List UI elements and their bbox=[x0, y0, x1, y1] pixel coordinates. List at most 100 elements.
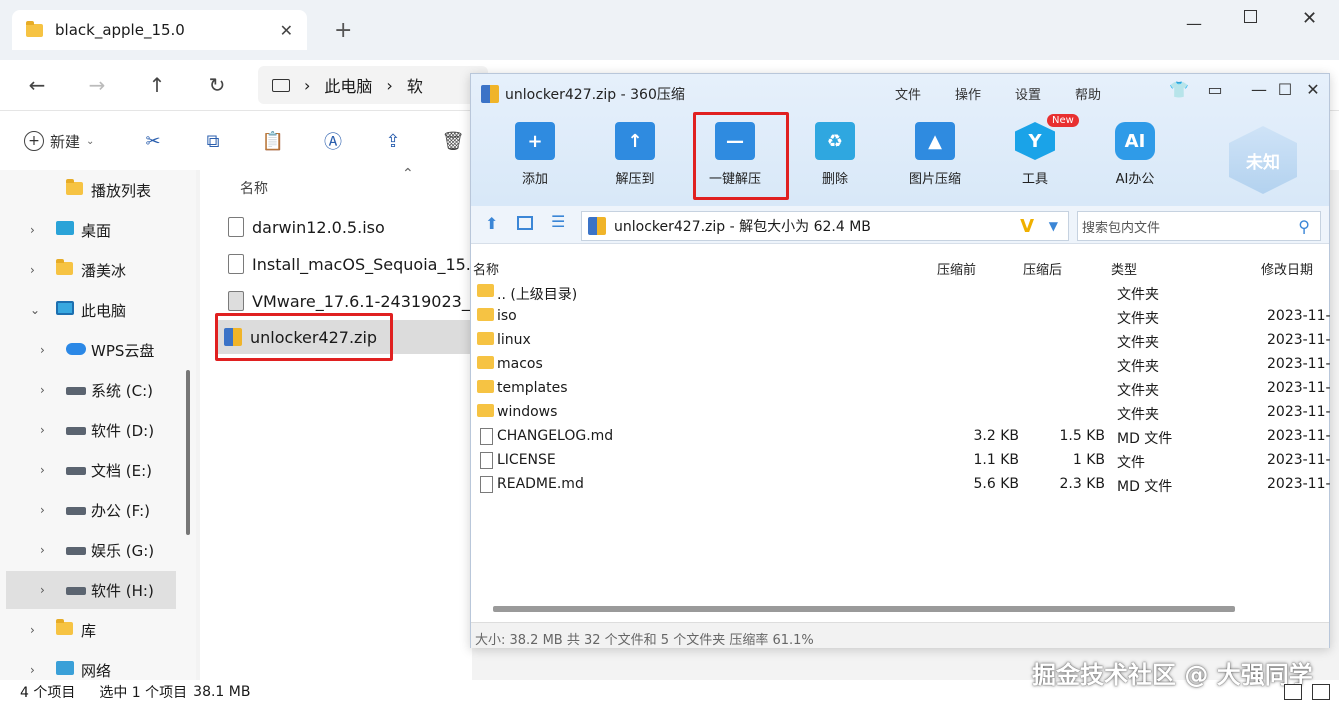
sidebar-item[interactable]: › 文档 (E:) bbox=[0, 451, 196, 489]
delete-button[interactable]: 🗑 bbox=[442, 127, 465, 155]
chevron-right-icon: › bbox=[304, 75, 311, 95]
share-button[interactable]: ⇪ bbox=[382, 127, 404, 155]
tab-black-apple[interactable]: black_apple_15.0 ✕ bbox=[12, 10, 307, 50]
v-logo-icon[interactable]: V bbox=[1020, 216, 1034, 237]
search-icon[interactable]: ⚲ bbox=[1298, 217, 1310, 236]
sidebar-item[interactable]: › 软件 (H:) bbox=[6, 571, 176, 609]
zip-cell-name: .. (上级目录) bbox=[497, 287, 578, 303]
tool-button[interactable]: — 一键解压 bbox=[691, 122, 779, 187]
sidebar-item[interactable]: › 潘美冰 bbox=[0, 251, 196, 289]
chevron-right-icon[interactable]: › bbox=[40, 423, 45, 437]
col-name[interactable]: 名称 bbox=[473, 259, 499, 278]
chevron-right-icon[interactable]: › bbox=[30, 623, 35, 637]
list-view-icon[interactable]: ☰ bbox=[551, 212, 565, 231]
breadcrumb-folder[interactable]: 软 bbox=[407, 73, 423, 97]
back-icon[interactable]: ← bbox=[20, 68, 54, 102]
zip-row[interactable]: iso 文件夹 2023-11- bbox=[471, 305, 1331, 329]
sidebar-item[interactable]: › 桌面 bbox=[0, 211, 196, 249]
forward-icon[interactable]: → bbox=[80, 68, 114, 102]
chevron-right-icon[interactable]: › bbox=[40, 543, 45, 557]
menu-operate[interactable]: 操作 bbox=[955, 84, 981, 103]
zip-cell-date: 2023-11- bbox=[1267, 404, 1331, 420]
zip-row[interactable]: .. (上级目录) 文件夹 bbox=[471, 281, 1329, 305]
unknown-badge[interactable]: 未知 bbox=[1229, 126, 1297, 194]
minimize-icon[interactable]: — bbox=[1186, 14, 1202, 33]
list-view-toggle-icon[interactable] bbox=[1284, 684, 1302, 700]
zip-row[interactable]: LICENSE 1.1 KB 1 KB 文件 2023-11- bbox=[471, 449, 1331, 473]
col-type[interactable]: 类型 bbox=[1111, 259, 1137, 278]
maximize-icon[interactable] bbox=[1244, 10, 1257, 23]
new-tab-icon[interactable]: + bbox=[334, 18, 352, 43]
tool-button[interactable]: AI AI办公 bbox=[1091, 122, 1179, 187]
file-row[interactable]: darwin12.0.5.iso bbox=[218, 210, 478, 244]
chevron-right-icon[interactable]: › bbox=[40, 503, 45, 517]
file-row[interactable]: VMware_17.6.1-24319023_Setup.exe bbox=[218, 284, 550, 318]
minimize-icon[interactable]: — bbox=[1247, 80, 1271, 99]
zip-search-input[interactable]: 搜索包内文件 ⚲ bbox=[1077, 211, 1321, 241]
sidebar-item[interactable]: › 库 bbox=[0, 611, 196, 649]
paste-button[interactable]: 📋 bbox=[262, 127, 284, 155]
cut-button[interactable]: ✂ bbox=[142, 127, 164, 155]
close-icon[interactable]: ✕ bbox=[1301, 80, 1325, 99]
tool-button[interactable]: ▲ 图片压缩 bbox=[891, 122, 979, 187]
column-header-name[interactable]: 名称 bbox=[240, 178, 268, 198]
chevron-right-icon[interactable]: › bbox=[30, 263, 35, 277]
thumbnail-view-icon[interactable] bbox=[517, 216, 533, 230]
sidebar-item[interactable]: 播放列表 bbox=[0, 171, 196, 209]
zip-row[interactable]: linux 文件夹 2023-11- bbox=[471, 329, 1331, 353]
chevron-right-icon[interactable]: › bbox=[30, 663, 35, 677]
breadcrumb-computer[interactable]: 此电脑 bbox=[324, 73, 372, 97]
tool-button[interactable]: ♻ 删除 bbox=[791, 122, 879, 187]
new-button[interactable]: + 新建 ⌄ bbox=[24, 127, 94, 155]
sidebar-item[interactable]: › WPS云盘 bbox=[0, 331, 196, 369]
zip-path-field[interactable]: unlocker427.zip - 解包大小为 62.4 MB V ▼ bbox=[581, 211, 1069, 241]
sidebar-scrollbar[interactable] bbox=[186, 370, 190, 535]
sidebar-item[interactable]: › 软件 (D:) bbox=[0, 411, 196, 449]
menu-settings[interactable]: 设置 bbox=[1015, 84, 1041, 103]
zip-row[interactable]: windows 文件夹 2023-11- bbox=[471, 401, 1331, 425]
chevron-right-icon[interactable]: › bbox=[30, 223, 35, 237]
file-row[interactable]: Install_macOS_Sequoia_15.0.iso bbox=[218, 247, 509, 281]
col-after[interactable]: 压缩后 bbox=[1023, 259, 1062, 278]
plus-circle-icon: + bbox=[24, 131, 44, 151]
up-arrow-icon[interactable]: ⬆ bbox=[485, 214, 498, 233]
selected-count: 选中 1 个项目 bbox=[99, 685, 188, 701]
details-view-toggle-icon[interactable] bbox=[1312, 684, 1330, 700]
sidebar-item-label: 库 bbox=[81, 621, 97, 640]
chevron-right-icon[interactable]: › bbox=[40, 463, 45, 477]
col-date[interactable]: 修改日期 bbox=[1261, 259, 1313, 278]
chevron-down-icon[interactable]: ⌄ bbox=[30, 303, 40, 317]
sidebar-item[interactable]: › 娱乐 (G:) bbox=[0, 531, 196, 569]
chevron-right-icon[interactable]: › bbox=[40, 343, 45, 357]
sidebar-item-label: 软件 (D:) bbox=[91, 421, 155, 440]
col-before[interactable]: 压缩前 bbox=[937, 259, 976, 278]
sidebar-item[interactable]: ⌄ 此电脑 bbox=[0, 291, 196, 329]
sidebar-item[interactable]: › 系统 (C:) bbox=[0, 371, 196, 409]
close-tab-icon[interactable]: ✕ bbox=[280, 21, 293, 40]
refresh-icon[interactable]: ↻ bbox=[200, 68, 234, 102]
rename-button[interactable]: Ⓐ bbox=[322, 127, 344, 155]
copy-button[interactable]: ⧉ bbox=[202, 127, 224, 155]
pc-icon bbox=[56, 301, 74, 319]
tool-button[interactable]: ↑ 解压到 bbox=[591, 122, 679, 187]
file-row[interactable]: unlocker427.zip bbox=[216, 320, 476, 354]
sidebar-item[interactable]: › 办公 (F:) bbox=[0, 491, 196, 529]
zip-row[interactable]: CHANGELOG.md 3.2 KB 1.5 KB MD 文件 2023-11- bbox=[471, 425, 1331, 449]
maximize-icon[interactable]: ☐ bbox=[1273, 80, 1297, 99]
horizontal-scrollbar[interactable] bbox=[493, 606, 1235, 612]
close-window-icon[interactable]: ✕ bbox=[1302, 8, 1317, 29]
up-icon[interactable]: ↑ bbox=[140, 68, 174, 102]
address-bar[interactable]: › 此电脑 › 软 bbox=[258, 66, 488, 104]
menu-help[interactable]: 帮助 bbox=[1075, 84, 1101, 103]
chevron-right-icon[interactable]: › bbox=[40, 583, 45, 597]
menu-file[interactable]: 文件 bbox=[895, 84, 921, 103]
zip-row[interactable]: macos 文件夹 2023-11- bbox=[471, 353, 1331, 377]
message-icon[interactable]: ▭ bbox=[1203, 80, 1227, 99]
chevron-right-icon[interactable]: › bbox=[40, 383, 45, 397]
tool-button[interactable]: Y New 工具 bbox=[991, 114, 1079, 187]
zip-row[interactable]: templates 文件夹 2023-11- bbox=[471, 377, 1331, 401]
dropdown-icon[interactable]: ▼ bbox=[1049, 219, 1058, 233]
skin-icon[interactable]: 👕 bbox=[1167, 80, 1191, 99]
tool-button[interactable]: + 添加 bbox=[491, 122, 579, 187]
zip-row[interactable]: README.md 5.6 KB 2.3 KB MD 文件 2023-11- bbox=[471, 473, 1331, 497]
